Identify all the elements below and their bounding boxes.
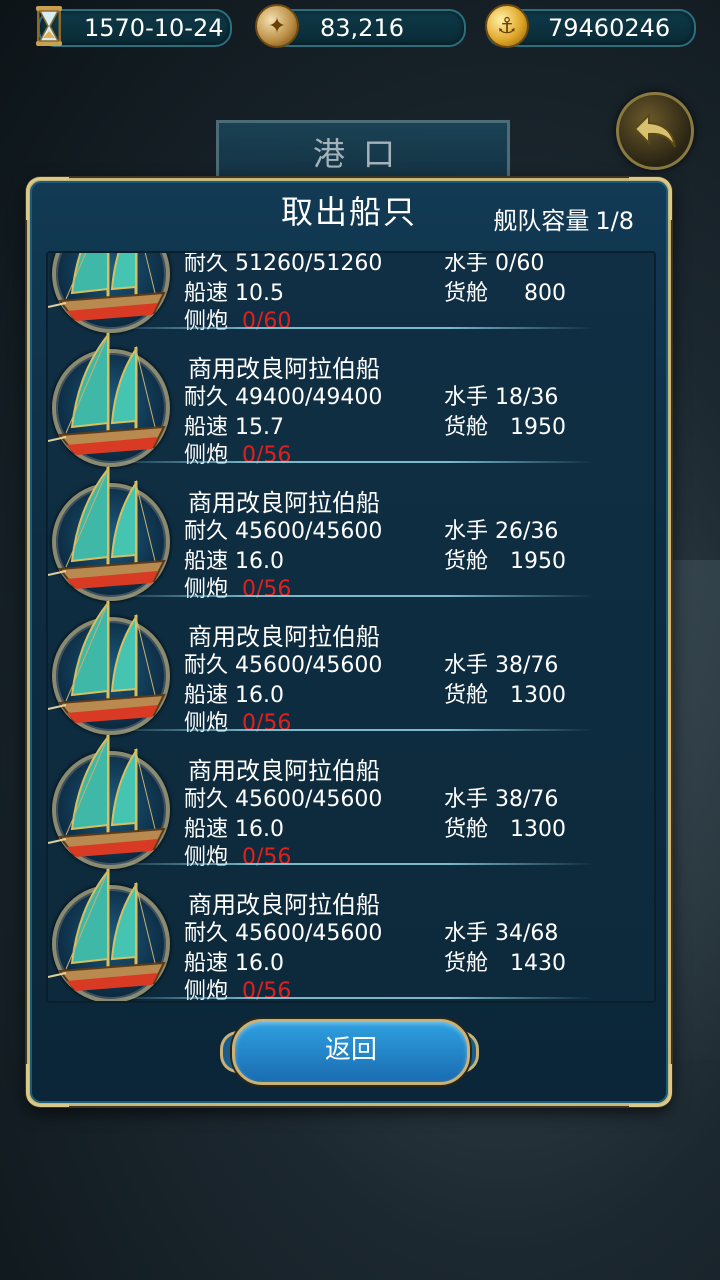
durability-label: 耐久 xyxy=(184,519,229,544)
row-divider xyxy=(108,997,594,999)
ship-list-item[interactable]: 商用改良阿拉伯船 耐久 49400/49400 船速 15.7 侧炮 0/56 … xyxy=(48,329,654,468)
gold-display: ⚓ 79460246 xyxy=(485,4,696,48)
ship-list-item[interactable]: 商用改良阿拉伯船 耐久 45600/45600 船速 16.0 侧炮 0/56 … xyxy=(48,597,654,736)
capacity-label: 舰队容量 xyxy=(493,207,590,235)
crew-stat: 水手 18/36 xyxy=(444,379,558,411)
date-display: 1570-10-24 xyxy=(36,6,232,47)
crew-value: 38/76 xyxy=(495,653,559,678)
cargo-stat: 货舱 1950 xyxy=(444,543,566,575)
crew-label: 水手 xyxy=(444,519,489,544)
ship-portrait xyxy=(48,332,170,467)
ship-list-item[interactable]: 耐久 51260/51260 船速 10.5 侧炮 0/60 水手 0/60 货… xyxy=(48,251,654,334)
crew-label: 水手 xyxy=(444,787,489,812)
date-value: 1570-10-24 xyxy=(84,14,224,42)
crew-label: 水手 xyxy=(444,653,489,678)
durability-value: 51260/51260 xyxy=(235,251,383,276)
money-display: ✦ 83,216 xyxy=(255,4,466,48)
crew-value: 34/68 xyxy=(495,921,559,946)
ship-portrait xyxy=(48,600,170,735)
durability-stat: 耐久 45600/45600 xyxy=(184,915,382,947)
cargo-stat: 货舱 800 xyxy=(444,275,566,307)
return-button[interactable]: 返回 xyxy=(232,1019,470,1085)
cargo-value: 800 xyxy=(524,281,567,306)
capacity-value: 1/8 xyxy=(595,207,634,235)
crew-label: 水手 xyxy=(444,251,489,276)
cargo-value: 1300 xyxy=(510,683,567,708)
durability-label: 耐久 xyxy=(184,251,229,276)
status-bar: 1570-10-24 ✦ 83,216 ⚓ 79460246 xyxy=(0,0,720,52)
back-arrow-icon xyxy=(633,112,676,148)
cargo-stat: 货舱 1430 xyxy=(444,945,566,977)
sailing-ship-icon xyxy=(48,868,166,991)
cannon-label: 侧炮 xyxy=(184,979,229,1003)
sailing-ship-icon xyxy=(48,332,166,455)
cargo-value: 1950 xyxy=(510,549,567,574)
crew-stat: 水手 38/76 xyxy=(444,647,558,679)
gold-value: 79460246 xyxy=(548,14,671,42)
crew-value: 26/36 xyxy=(495,519,559,544)
crew-label: 水手 xyxy=(444,921,489,946)
cargo-stat: 货舱 1950 xyxy=(444,409,566,441)
money-value: 83,216 xyxy=(320,14,404,42)
cargo-stat: 货舱 1300 xyxy=(444,677,566,709)
cargo-stat: 货舱 1300 xyxy=(444,811,566,843)
crew-stat: 水手 26/36 xyxy=(444,513,558,545)
ship-portrait xyxy=(48,253,170,333)
crew-value: 0/60 xyxy=(495,251,545,276)
frame-corner xyxy=(26,1064,69,1107)
cargo-value: 1430 xyxy=(510,951,567,976)
cargo-value: 1950 xyxy=(510,415,567,440)
anchor-coin-icon: ⚓ xyxy=(484,2,530,50)
crew-stat: 水手 34/68 xyxy=(444,915,558,947)
ship-portrait xyxy=(48,868,170,1001)
durability-stat: 耐久 45600/45600 xyxy=(184,781,382,813)
durability-stat: 耐久 45600/45600 xyxy=(184,513,382,545)
ship-list[interactable]: 耐久 51260/51260 船速 10.5 侧炮 0/60 水手 0/60 货… xyxy=(46,251,656,1003)
cargo-label: 货舱 xyxy=(444,683,489,708)
crew-stat: 水手 38/76 xyxy=(444,781,558,813)
ship-list-item[interactable]: 商用改良阿拉伯船 耐久 45600/45600 船速 16.0 侧炮 0/56 … xyxy=(48,731,654,870)
durability-label: 耐久 xyxy=(184,921,229,946)
durability-stat: 耐久 45600/45600 xyxy=(184,647,382,679)
sailing-ship-icon xyxy=(48,734,166,857)
durability-stat: 耐久 51260/51260 xyxy=(184,251,383,277)
frame-corner xyxy=(629,1064,672,1107)
cargo-label: 货舱 xyxy=(444,817,489,842)
durability-value: 45600/45600 xyxy=(235,921,383,946)
crew-value: 18/36 xyxy=(495,385,559,410)
ship-list-item[interactable]: 商用改良阿拉伯船 耐久 45600/45600 船速 16.0 侧炮 0/56 … xyxy=(48,865,654,1001)
durability-stat: 耐久 49400/49400 xyxy=(184,379,382,411)
hourglass-icon xyxy=(26,2,72,50)
take-ship-dialog: 取出船只 舰队容量 1/8 耐久 51260/51260 船速 10.5 侧炮 0… xyxy=(26,177,672,1107)
fleet-capacity: 舰队容量 1/8 xyxy=(487,201,634,236)
ship-list-item[interactable]: 商用改良阿拉伯船 耐久 45600/45600 船速 16.0 侧炮 0/56 … xyxy=(48,463,654,602)
durability-label: 耐久 xyxy=(184,653,229,678)
cargo-label: 货舱 xyxy=(444,415,489,440)
durability-value: 45600/45600 xyxy=(235,787,383,812)
durability-label: 耐久 xyxy=(184,385,229,410)
ship-portrait xyxy=(48,734,170,869)
durability-value: 45600/45600 xyxy=(235,519,383,544)
durability-label: 耐久 xyxy=(184,787,229,812)
cargo-label: 货舱 xyxy=(444,281,489,306)
crew-label: 水手 xyxy=(444,385,489,410)
sailing-ship-icon xyxy=(48,600,166,723)
crew-stat: 水手 0/60 xyxy=(444,251,545,277)
durability-value: 45600/45600 xyxy=(235,653,383,678)
durability-value: 49400/49400 xyxy=(235,385,383,410)
crew-value: 38/76 xyxy=(495,787,559,812)
ship-portrait xyxy=(48,466,170,601)
cannon-value: 0/56 xyxy=(242,979,292,1003)
back-button[interactable] xyxy=(616,92,694,170)
cargo-value: 1300 xyxy=(510,817,567,842)
sailing-ship-icon xyxy=(48,466,166,589)
cargo-label: 货舱 xyxy=(444,549,489,574)
cargo-label: 货舱 xyxy=(444,951,489,976)
